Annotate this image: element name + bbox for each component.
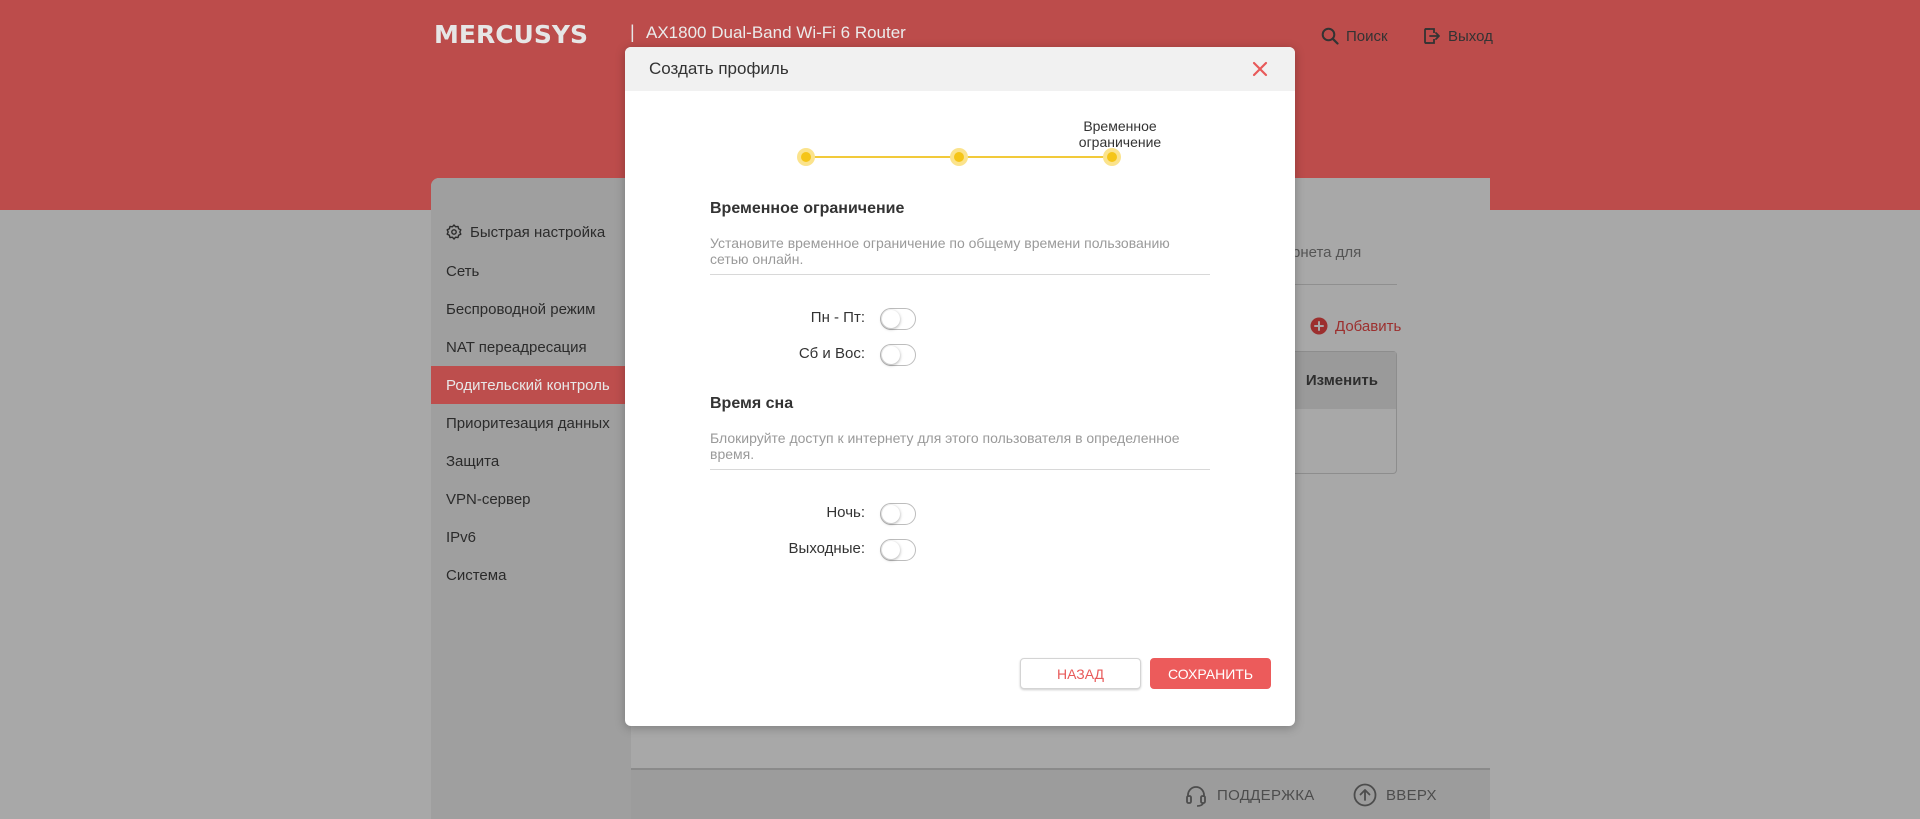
dialog-header: Создать профиль — [625, 47, 1295, 91]
close-icon[interactable] — [1250, 59, 1270, 79]
sidebar-item-label: Система — [446, 566, 507, 584]
sidebar-item-nat[interactable]: NAT переадресация — [431, 328, 625, 366]
add-profile-button[interactable]: Добавить — [1310, 317, 1401, 335]
sidebar-item-security[interactable]: Защита — [431, 442, 625, 480]
search-button[interactable]: Поиск — [1321, 27, 1388, 45]
sidebar-item-label: Быстрая настройка — [470, 223, 606, 241]
sidebar-item-system[interactable]: Система — [431, 556, 625, 594]
create-profile-dialog: Создать профиль Временное ограничение Вр… — [625, 47, 1295, 726]
bedtime-divider — [710, 469, 1210, 470]
brand-logo: MERCUSYS — [434, 20, 588, 49]
add-label: Добавить — [1335, 317, 1402, 335]
sidebar-item-vpn[interactable]: VPN-сервер — [431, 480, 625, 518]
table-header-edit: Изменить — [1305, 372, 1378, 389]
search-label: Поиск — [1346, 27, 1388, 45]
router-model: AX1800 Dual-Band Wi-Fi 6 Router — [646, 23, 906, 42]
plus-circle-icon — [1310, 317, 1328, 335]
sidebar-item-parental-control[interactable]: Родительский контроль — [431, 366, 625, 404]
dialog-title: Создать профиль — [649, 59, 789, 78]
weekend-bedtime-label: Выходные: — [788, 540, 865, 557]
time-limit-title: Временное ограничение — [710, 200, 905, 217]
weekdays-label: Пн - Пт: — [810, 309, 865, 326]
sidebar-item-label: Родительский контроль — [446, 376, 610, 394]
sidebar-item-quick-setup[interactable]: Быстрая настройка — [431, 213, 625, 251]
logout-button[interactable]: Выход — [1423, 27, 1493, 45]
step-dot-2 — [950, 148, 968, 166]
weekend-limit-toggle[interactable] — [880, 344, 916, 366]
weekdays-toggle[interactable] — [880, 308, 916, 330]
step-dot-3 — [1103, 148, 1121, 166]
back-to-top-link[interactable]: ВВЕРХ — [1353, 783, 1437, 807]
save-button[interactable]: СОХРАНИТЬ — [1150, 658, 1271, 689]
sidebar-item-label: Сеть — [446, 262, 480, 280]
profiles-table: н Изменить — [1285, 351, 1397, 474]
time-limit-description: Установите временное ограничение по обще… — [710, 235, 1170, 267]
bedtime-title: Время сна — [710, 395, 794, 412]
sidebar-item-wireless[interactable]: Беспроводной режим — [431, 290, 625, 328]
time-limit-divider — [710, 274, 1210, 275]
sidebar-item-label: IPv6 — [446, 528, 477, 546]
search-icon — [1321, 27, 1339, 45]
support-label: ПОДДЕРЖКА — [1217, 786, 1315, 804]
logout-label: Выход — [1448, 27, 1493, 45]
sidebar-item-network[interactable]: Сеть — [431, 252, 625, 290]
gear-icon — [446, 224, 462, 240]
sidebar-item-label: Приоритезация данных — [446, 414, 610, 432]
sidebar-item-qos[interactable]: Приоритезация данных — [431, 404, 625, 442]
bedtime-description: Блокируйте доступ к интернету для этого … — [710, 430, 1180, 462]
night-label: Ночь: — [826, 504, 865, 521]
headset-icon — [1186, 786, 1206, 807]
step-dot-1 — [797, 148, 815, 166]
arrow-up-circle-icon — [1353, 783, 1377, 807]
logout-icon — [1424, 28, 1440, 44]
weekend-bedtime-toggle[interactable] — [880, 539, 916, 561]
current-step-label: Временное ограничение — [1078, 118, 1162, 150]
header-separator: | — [630, 22, 635, 42]
night-toggle[interactable] — [880, 503, 916, 525]
back-button[interactable]: НАЗАД — [1020, 658, 1141, 689]
sidebar-item-label: Защита — [446, 452, 500, 470]
support-link[interactable]: ПОДДЕРЖКА — [1184, 783, 1315, 807]
table-header: н Изменить — [1285, 352, 1396, 409]
weekend-limit-label: Сб и Вос: — [798, 345, 865, 362]
sidebar-item-label: NAT переадресация — [446, 338, 587, 356]
background-description-fragment: рнета для — [1292, 244, 1362, 261]
sidebar-item-label: VPN-сервер — [446, 490, 531, 508]
background-divider — [1285, 284, 1397, 285]
sidebar-item-label: Беспроводной режим — [446, 300, 596, 318]
sidebar-item-ipv6[interactable]: IPv6 — [431, 518, 625, 556]
top-label: ВВЕРХ — [1386, 786, 1437, 804]
